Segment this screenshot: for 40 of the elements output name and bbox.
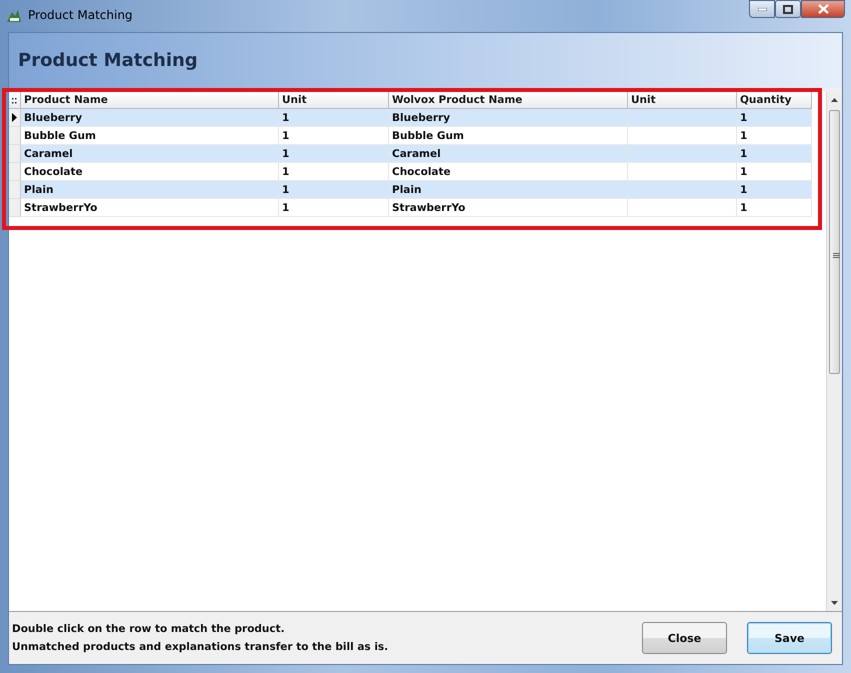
dialog-button[interactable]: Close	[642, 622, 727, 654]
table-cell: Plain	[389, 181, 628, 199]
table-cell: 1	[279, 145, 389, 163]
table-cell: 1	[279, 109, 389, 127]
table-cell: 1	[737, 145, 812, 163]
close-window-button[interactable]	[801, 0, 845, 18]
table-cell: Blueberry	[389, 109, 628, 127]
row-pointer-icon	[12, 113, 17, 122]
table-cell: 1	[737, 199, 812, 217]
table-cell: 1	[737, 109, 812, 127]
table-cell: Caramel	[389, 145, 628, 163]
table-cell: Caramel	[21, 145, 279, 163]
column-header[interactable]: Wolvox Product Name	[389, 92, 628, 109]
maximize-button[interactable]	[775, 0, 801, 18]
column-header[interactable]: Unit	[628, 92, 737, 109]
hint-text: Double click on the row to match the product.	[12, 623, 286, 635]
minimize-icon	[758, 8, 766, 10]
column-header[interactable]: Quantity	[737, 92, 812, 109]
table-cell: Plain	[21, 181, 279, 199]
close-icon	[818, 4, 828, 14]
dialog-button[interactable]: Save	[747, 622, 832, 654]
table-cell: StrawberrYo	[389, 199, 628, 217]
scroll-down-icon[interactable]	[831, 601, 838, 605]
table-cell: 1	[737, 181, 812, 199]
hint-text: Unmatched products and explanations transfer to the bill as is.	[12, 641, 388, 653]
table-cell: 1	[279, 199, 389, 217]
row-selector[interactable]	[9, 109, 21, 127]
maximize-icon	[783, 4, 793, 14]
table-cell: Blueberry	[21, 109, 279, 127]
scroll-up-icon[interactable]	[831, 98, 838, 102]
vertical-scrollbar[interactable]	[826, 92, 842, 611]
page-heading: Product Matching	[18, 50, 198, 71]
column-header[interactable]: Unit	[279, 92, 389, 109]
minimize-button[interactable]	[749, 0, 775, 18]
table-cell: 1	[279, 181, 389, 199]
grip-dots-icon	[12, 98, 17, 104]
table-cell: StrawberrYo	[21, 199, 279, 217]
column-header[interactable]: Product Name	[21, 92, 279, 109]
scrollbar-thumb[interactable]	[829, 110, 840, 374]
window-title: Product Matching	[28, 8, 133, 22]
